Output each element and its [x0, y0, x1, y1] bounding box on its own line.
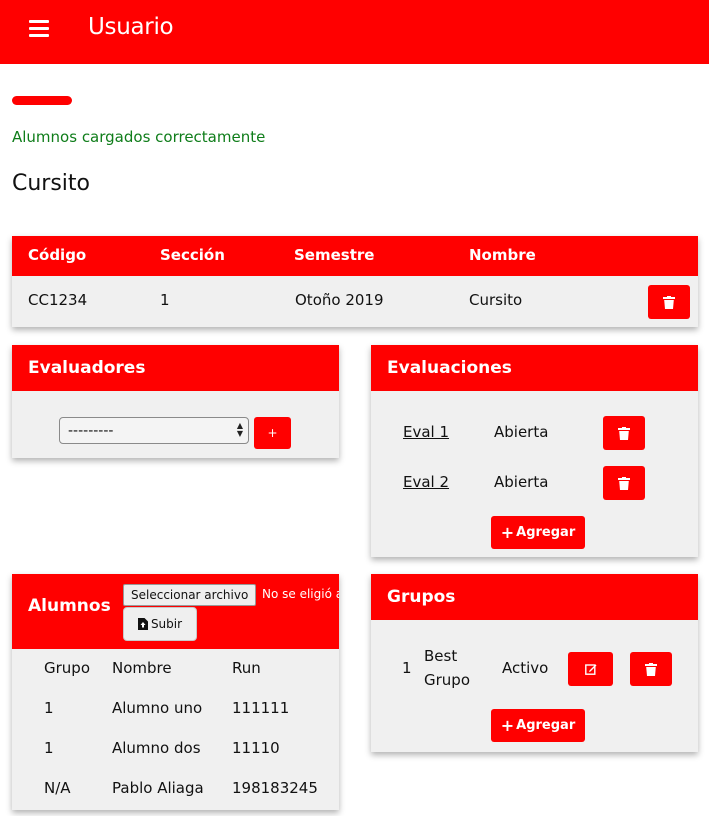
alumno-nombre: Alumno dos — [112, 739, 201, 757]
column-header-run: Run — [232, 659, 261, 677]
delete-grupo-button[interactable] — [630, 652, 672, 686]
grupos-card: Grupos 1 Best Grupo Activo + Agregar — [371, 574, 698, 752]
column-header-nombre: Nombre — [112, 659, 172, 677]
course-table: Código Sección Semestre Nombre CC1234 1 … — [12, 236, 698, 327]
alumno-nombre: Pablo Aliaga — [112, 779, 204, 797]
plus-icon: + — [500, 716, 515, 735]
edit-grupo-button[interactable] — [568, 652, 613, 686]
file-status: No se eligió archivo — [262, 587, 339, 601]
evaluaciones-title: Evaluaciones — [371, 345, 698, 391]
add-evaluador-button[interactable]: + — [254, 417, 291, 449]
delete-eval-button[interactable] — [603, 466, 645, 500]
course-semestre: Otoño 2019 — [295, 291, 384, 309]
course-table-header: Código Sección Semestre Nombre — [12, 236, 698, 276]
alumno-run: 11110 — [232, 739, 280, 757]
add-grupo-button[interactable]: + Agregar — [491, 709, 585, 742]
course-codigo: CC1234 — [28, 291, 88, 309]
add-evaluacion-label: Agregar — [516, 525, 576, 540]
grupo-name-line1: Best — [424, 647, 458, 665]
eval-link[interactable]: Eval 2 — [403, 473, 449, 491]
course-nombre: Cursito — [469, 291, 523, 309]
evaluaciones-card: Evaluaciones Eval 1 Abierta Eval 2 Abier… — [371, 345, 698, 557]
eval-status: Abierta — [494, 423, 549, 441]
column-header-codigo: Código — [28, 246, 87, 264]
alumno-run: 198183245 — [232, 779, 318, 797]
alumno-grupo: 1 — [44, 699, 54, 717]
alumno-nombre: Alumno uno — [112, 699, 203, 717]
delete-eval-button[interactable] — [603, 416, 645, 450]
column-header-semestre: Semestre — [294, 246, 375, 264]
file-upload-icon — [137, 618, 148, 630]
upload-label: Subir — [150, 617, 183, 631]
delete-course-button[interactable] — [648, 285, 690, 319]
grupo-name-line2: Grupo — [424, 671, 470, 689]
evaluador-select-value: --------- — [68, 423, 114, 439]
add-evaluacion-button[interactable]: + Agregar — [491, 516, 585, 549]
evaluador-select[interactable]: --------- ▲ ▼ — [59, 417, 249, 444]
trash-icon — [663, 295, 675, 309]
column-header-nombre: Nombre — [469, 246, 536, 264]
grupo-status: Activo — [502, 659, 549, 677]
evaluadores-card: Evaluadores --------- ▲ ▼ + — [12, 345, 339, 458]
column-header-seccion: Sección — [160, 246, 225, 264]
progress-indicator — [12, 96, 72, 105]
add-grupo-label: Agregar — [516, 718, 576, 733]
hamburger-menu-icon[interactable] — [29, 20, 49, 38]
plus-icon: + — [500, 523, 515, 542]
upload-button[interactable]: Subir — [123, 607, 197, 641]
grupo-number: 1 — [402, 659, 412, 677]
select-arrows-icon: ▲ ▼ — [236, 421, 243, 438]
column-header-grupo: Grupo — [44, 659, 90, 677]
eval-link[interactable]: Eval 1 — [403, 423, 449, 441]
grupos-title: Grupos — [371, 574, 698, 620]
app-title: Usuario — [88, 14, 174, 40]
eval-status: Abierta — [494, 473, 549, 491]
top-app-bar: Usuario — [0, 0, 709, 64]
select-file-button[interactable]: Seleccionar archivo — [123, 584, 257, 606]
alumno-grupo: 1 — [44, 739, 54, 757]
trash-icon — [618, 476, 630, 490]
trash-icon — [618, 426, 630, 440]
course-seccion: 1 — [160, 291, 170, 309]
trash-icon — [645, 662, 657, 676]
alumnos-header: Alumnos Seleccionar archivo No se eligió… — [12, 574, 339, 649]
alumno-grupo: N/A — [44, 779, 71, 797]
edit-icon — [584, 664, 596, 675]
alumno-run: 111111 — [232, 699, 290, 717]
flash-message: Alumnos cargados correctamente — [12, 128, 266, 146]
course-title: Cursito — [12, 171, 91, 196]
alumnos-title: Alumnos — [28, 596, 111, 616]
evaluadores-title: Evaluadores — [12, 345, 339, 391]
alumnos-card: Alumnos Seleccionar archivo No se eligió… — [12, 574, 339, 810]
